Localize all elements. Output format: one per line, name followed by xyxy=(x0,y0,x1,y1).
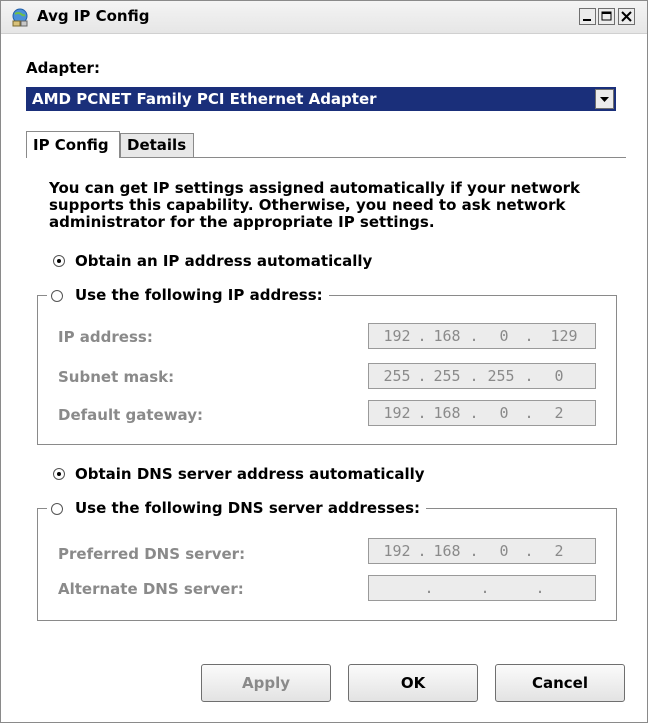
preferred-dns-input[interactable]: 192 . 168 . 0 . 2 xyxy=(368,538,596,564)
ip-settings-description: You can get IP settings assigned automat… xyxy=(49,179,580,231)
octet: 168 xyxy=(433,327,461,345)
octet: 0 xyxy=(499,542,509,560)
octet: 129 xyxy=(550,327,578,345)
octet: 255 xyxy=(487,367,515,385)
dns-auto-radio[interactable] xyxy=(53,468,65,480)
octet-separator: . xyxy=(417,542,427,560)
octet: 255 xyxy=(433,367,461,385)
octet-separator: . xyxy=(417,404,427,422)
octet-separator: . xyxy=(469,404,479,422)
default-gateway-input[interactable]: 192 . 168 . 0 . 2 xyxy=(368,400,596,426)
octet-separator: . xyxy=(424,579,434,597)
octet: 192 xyxy=(383,404,411,422)
ip-manual-label: Use the following IP address: xyxy=(75,286,323,304)
octet-separator: . xyxy=(469,542,479,560)
octet: 0 xyxy=(499,327,509,345)
cancel-button[interactable]: Cancel xyxy=(495,664,625,702)
octet-separator: . xyxy=(417,327,427,345)
radio-selected-dot xyxy=(57,259,61,263)
octet-separator: . xyxy=(524,404,534,422)
preferred-dns-label: Preferred DNS server: xyxy=(58,545,246,563)
octet: 0 xyxy=(554,367,564,385)
ip-address-input[interactable]: 192 . 168 . 0 . 129 xyxy=(368,323,596,349)
octet: 2 xyxy=(554,542,564,560)
subnet-mask-input[interactable]: 255 . 255 . 255 . 0 xyxy=(368,363,596,389)
octet: 2 xyxy=(554,404,564,422)
tab-ip-config[interactable]: IP Config xyxy=(26,131,120,158)
ip-auto-radio[interactable] xyxy=(53,255,65,267)
dns-manual-group xyxy=(37,508,617,621)
apply-button[interactable]: Apply xyxy=(201,664,331,702)
ip-address-label: IP address: xyxy=(58,328,153,346)
ip-config-window: Avg IP Config Adapter: AMD PCNET Family … xyxy=(0,0,648,723)
octet-separator: . xyxy=(417,367,427,385)
dns-auto-label: Obtain DNS server address automatically xyxy=(75,465,425,483)
octet: 255 xyxy=(383,367,411,385)
octet-separator: . xyxy=(524,367,534,385)
radio-selected-dot xyxy=(57,472,61,476)
network-globe-icon xyxy=(10,7,30,27)
adapter-selected-value: AMD PCNET Family PCI Ethernet Adapter xyxy=(32,90,377,108)
octet-separator: . xyxy=(469,367,479,385)
octet-separator: . xyxy=(469,327,479,345)
window-title: Avg IP Config xyxy=(37,7,150,25)
octet-separator: . xyxy=(535,579,545,597)
maximize-button[interactable] xyxy=(598,8,615,25)
dns-manual-radio[interactable] xyxy=(51,503,63,515)
minimize-button[interactable] xyxy=(579,8,596,25)
chevron-down-icon[interactable] xyxy=(595,89,614,109)
subnet-mask-label: Subnet mask: xyxy=(58,368,175,386)
close-button[interactable] xyxy=(618,8,635,25)
default-gateway-label: Default gateway: xyxy=(58,406,203,424)
octet: 168 xyxy=(433,542,461,560)
alternate-dns-input[interactable]: . . . xyxy=(368,575,596,601)
dns-manual-legend: Use the following DNS server addresses: xyxy=(47,499,427,517)
title-bar[interactable]: Avg IP Config xyxy=(1,1,647,34)
octet: 0 xyxy=(499,404,509,422)
octet: 192 xyxy=(383,542,411,560)
octet-separator: . xyxy=(480,579,490,597)
alternate-dns-label: Alternate DNS server: xyxy=(58,580,244,598)
octet: 168 xyxy=(433,404,461,422)
octet: 192 xyxy=(383,327,411,345)
ip-auto-label: Obtain an IP address automatically xyxy=(75,252,373,270)
dns-manual-label: Use the following DNS server addresses: xyxy=(75,499,421,517)
ok-button[interactable]: OK xyxy=(348,664,478,702)
adapter-label: Adapter: xyxy=(26,59,100,77)
ip-manual-radio[interactable] xyxy=(51,290,63,302)
adapter-dropdown[interactable]: AMD PCNET Family PCI Ethernet Adapter xyxy=(26,87,616,111)
tab-details[interactable]: Details xyxy=(120,133,194,157)
octet-separator: . xyxy=(524,542,534,560)
octet-separator: . xyxy=(524,327,534,345)
ip-manual-legend: Use the following IP address: xyxy=(47,286,329,304)
